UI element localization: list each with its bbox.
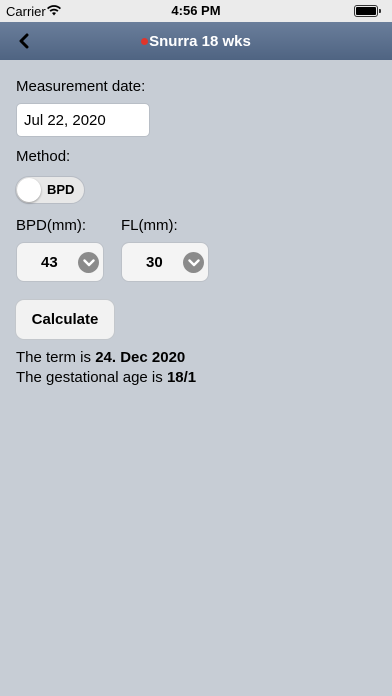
measurement-date-label: Measurement date: [16, 78, 146, 95]
bpd-select[interactable]: 43 [16, 242, 104, 282]
toggle-knob [17, 178, 41, 202]
nav-bar: Snurra 18 wks [0, 22, 392, 60]
brand-dot-icon [141, 37, 149, 45]
fl-select-value: 30 [146, 254, 163, 271]
term-value: 24. Dec 2020 [95, 349, 186, 366]
fl-select[interactable]: 30 [121, 242, 209, 282]
chevron-down-icon [78, 252, 99, 273]
bpd-select-value: 43 [41, 254, 58, 271]
battery-icon [354, 5, 381, 17]
measurement-date-field[interactable]: Jul 22, 2020 [16, 103, 150, 137]
calculate-button[interactable]: Calculate [15, 299, 115, 340]
chevron-down-icon [183, 252, 204, 273]
status-bar: Carrier 4:56 PM [0, 0, 392, 22]
status-time: 4:56 PM [171, 3, 221, 18]
ga-value: 18/1 [166, 369, 197, 386]
method-label: Method: [16, 148, 71, 165]
method-toggle[interactable]: BPD [15, 176, 85, 204]
term-prefix: The term is [16, 349, 96, 366]
bpd-label: BPD(mm): [16, 217, 86, 234]
fl-label: FL(mm): [121, 217, 178, 234]
gestational-age-result: The gestational age is 18/1 [16, 369, 196, 386]
nav-title-text: Snurra 18 wks [149, 32, 251, 50]
nav-title: Snurra 18 wks [141, 33, 251, 50]
term-result: The term is 24. Dec 2020 [16, 349, 185, 366]
method-toggle-label: BPD [47, 182, 75, 197]
ga-prefix: The gestational age is [16, 369, 167, 386]
back-button[interactable] [12, 28, 36, 54]
chevron-left-icon [19, 33, 29, 49]
